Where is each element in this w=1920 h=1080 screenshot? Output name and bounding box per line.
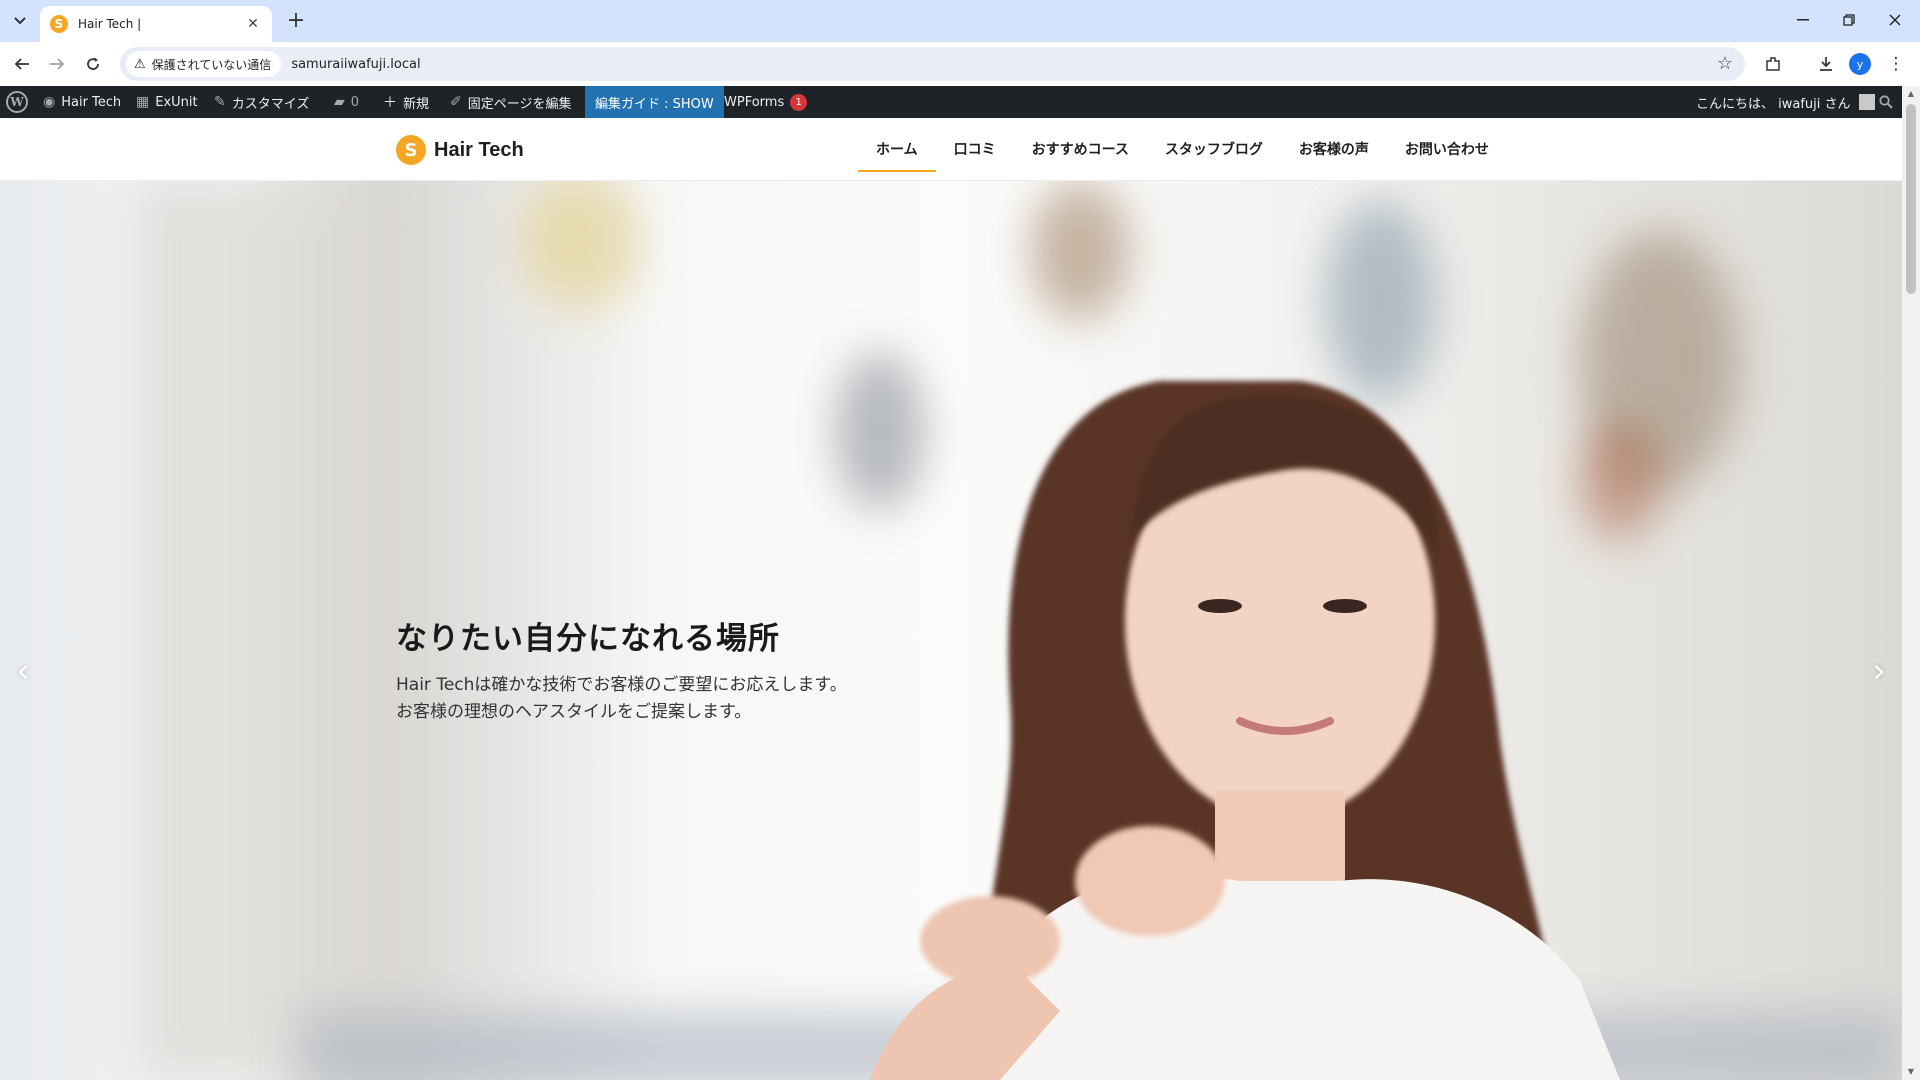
url-text[interactable]: samuraiiwafuji.local: [291, 57, 420, 72]
nav-recommended-courses[interactable]: おすすめコース: [1014, 118, 1147, 180]
site-favicon: S: [50, 15, 68, 33]
browser-toolbar: ⚠ 保護されていない通信 samuraiiwafuji.local ☆ y ⋮: [0, 42, 1920, 86]
site-header: S Hair Tech ホーム 口コミ おすすめコース スタッフブログ お客様の…: [0, 118, 1902, 181]
nav-contact[interactable]: お問い合わせ: [1387, 118, 1507, 180]
hero-image: [140, 181, 1900, 1080]
wordpress-menu[interactable]: W: [6, 86, 28, 118]
brush-icon: ✎: [214, 94, 226, 110]
pencil-icon: ✐: [450, 94, 462, 110]
site-logo[interactable]: S Hair Tech: [396, 135, 524, 165]
minimize-button[interactable]: [1780, 0, 1826, 40]
hero-text-line-2: お客様の理想のヘアスタイルをご提案します。: [396, 702, 752, 722]
global-nav: ホーム 口コミ おすすめコース スタッフブログ お客様の声 お問い合わせ: [858, 118, 1507, 180]
adminbar-site-name[interactable]: ◉ Hair Tech: [43, 86, 121, 118]
restore-button[interactable]: [1826, 0, 1872, 40]
adminbar-new[interactable]: ＋ 新規: [383, 86, 429, 118]
close-icon[interactable]: ✕: [244, 16, 262, 32]
reload-icon[interactable]: [79, 50, 107, 78]
warning-icon: ⚠: [134, 56, 146, 72]
scroll-up-icon[interactable]: ▲: [1902, 86, 1920, 102]
security-chip[interactable]: ⚠ 保護されていない通信: [126, 51, 282, 77]
browser-tab[interactable]: S Hair Tech | ✕: [40, 6, 272, 42]
star-icon[interactable]: ☆: [1717, 53, 1733, 74]
hero-slider: なりたい自分になれる場所 Hair Techは確かな技術でお客様のご要望にお応え…: [0, 181, 1902, 1080]
hero-title: なりたい自分になれる場所: [396, 621, 780, 657]
hero-caption: なりたい自分になれる場所 Hair Techは確かな技術でお客様のご要望にお応え…: [396, 613, 847, 726]
search-icon[interactable]: [1879, 86, 1893, 118]
nav-reviews[interactable]: 口コミ: [936, 118, 1014, 180]
avatar: [1858, 94, 1875, 110]
exunit-icon: ▦: [136, 94, 150, 110]
security-label: 保護されていない通信: [151, 57, 272, 72]
notification-badge: 1: [790, 93, 808, 111]
tab-title: Hair Tech |: [78, 17, 142, 31]
nav-home[interactable]: ホーム: [858, 118, 936, 180]
download-icon[interactable]: [1812, 50, 1840, 78]
hero-text-line-1: Hair Techは確かな技術でお客様のご要望にお応えします。: [396, 675, 847, 695]
dashboard-icon: ◉: [43, 94, 56, 110]
adminbar-account[interactable]: こんにちは、 iwafuji さん: [1696, 86, 1875, 118]
menu-icon[interactable]: ⋮: [1882, 50, 1910, 78]
profile-avatar[interactable]: y: [1846, 50, 1874, 78]
tab-search-icon[interactable]: [6, 8, 34, 34]
nav-customer-voices[interactable]: お客様の声: [1281, 118, 1387, 180]
adminbar-edit-page[interactable]: ✐ 固定ページを編集: [450, 86, 571, 118]
page-scrollbar[interactable]: ▲ ▼: [1902, 86, 1920, 1080]
back-icon[interactable]: [8, 50, 36, 78]
logo-text: Hair Tech: [434, 138, 524, 161]
adminbar-edit-guide[interactable]: 編集ガイド : SHOW: [585, 86, 724, 118]
forward-icon[interactable]: [43, 50, 71, 78]
comment-icon: ▰: [334, 94, 345, 110]
scroll-down-icon[interactable]: ▼: [1902, 1064, 1920, 1080]
browser-tab-strip: S Hair Tech | ✕ +: [0, 0, 1920, 42]
wp-admin-bar: W ◉ Hair Tech ▦ ExUnit ✎ カスタマイズ ▰ 0 ＋ 新規…: [0, 86, 1920, 118]
plus-icon: ＋: [383, 95, 397, 111]
chevron-right-icon[interactable]: ›: [1864, 651, 1894, 691]
logo-icon: S: [396, 135, 426, 165]
chevron-left-icon[interactable]: ‹: [8, 651, 38, 691]
extensions-icon[interactable]: [1759, 50, 1787, 78]
adminbar-wpforms[interactable]: WPForms 1: [724, 86, 808, 118]
wordpress-icon: W: [6, 91, 28, 113]
new-tab-button[interactable]: +: [282, 8, 310, 36]
address-bar[interactable]: ⚠ 保護されていない通信 samuraiiwafuji.local ☆: [120, 47, 1745, 81]
adminbar-comments[interactable]: ▰ 0: [334, 86, 359, 118]
adminbar-exunit[interactable]: ▦ ExUnit: [136, 86, 198, 118]
adminbar-customize[interactable]: ✎ カスタマイズ: [214, 86, 309, 118]
window-close-button[interactable]: [1872, 0, 1918, 40]
nav-staff-blog[interactable]: スタッフブログ: [1147, 118, 1281, 180]
scrollbar-thumb[interactable]: [1906, 104, 1916, 294]
